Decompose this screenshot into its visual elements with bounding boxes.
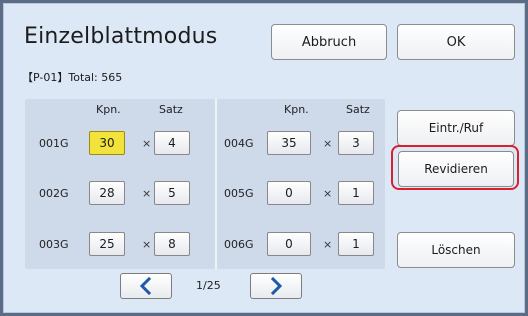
dialog-title: Einzelblattmodus: [24, 24, 218, 49]
group-label: 005G: [224, 187, 254, 200]
sets-field[interactable]: 1: [338, 181, 374, 205]
multiply-sign: ×: [323, 238, 333, 251]
header-copies-left: Kpn.: [96, 103, 121, 116]
copies-field[interactable]: 35: [267, 131, 311, 155]
copies-field-selected[interactable]: 30: [89, 131, 125, 155]
copies-field[interactable]: 0: [267, 181, 311, 205]
multiply-sign: ×: [142, 238, 152, 251]
sets-field[interactable]: 1: [338, 232, 374, 256]
copies-field[interactable]: 28: [89, 181, 125, 205]
multiply-sign: ×: [323, 137, 333, 150]
multiply-sign: ×: [142, 187, 152, 200]
sets-field[interactable]: 5: [154, 181, 190, 205]
chevron-right-icon: [270, 277, 283, 295]
sets-field[interactable]: 3: [338, 131, 374, 155]
revise-button[interactable]: Revidieren: [398, 151, 514, 187]
header-sets-right: Satz: [346, 103, 370, 116]
multiply-sign: ×: [142, 137, 152, 150]
page-indicator: 1/25: [196, 279, 221, 292]
group-label: 006G: [224, 238, 254, 251]
group-label: 001G: [39, 137, 69, 150]
header-copies-right: Kpn.: [284, 103, 309, 116]
sets-field[interactable]: 4: [154, 131, 190, 155]
group-label: 002G: [39, 187, 69, 200]
header-sets-left: Satz: [159, 103, 183, 116]
column-divider: [215, 99, 217, 269]
copies-field[interactable]: 25: [89, 232, 125, 256]
chevron-left-icon: [139, 277, 152, 295]
store-recall-button[interactable]: Eintr./Ruf: [397, 110, 515, 146]
total-count: Total: 565: [68, 71, 123, 84]
multiply-sign: ×: [323, 187, 333, 200]
group-label: 004G: [224, 137, 254, 150]
group-label: 003G: [39, 238, 69, 251]
total-summary: 【P-01】Total: 565: [22, 69, 122, 85]
copies-field[interactable]: 0: [267, 232, 311, 256]
job-id: 【P-01】: [22, 71, 69, 84]
ok-button[interactable]: OK: [397, 24, 515, 60]
sets-field[interactable]: 8: [154, 232, 190, 256]
cancel-button[interactable]: Abbruch: [271, 24, 387, 60]
delete-button[interactable]: Löschen: [397, 232, 515, 268]
next-page-button[interactable]: [250, 273, 302, 299]
previous-page-button[interactable]: [120, 273, 172, 299]
